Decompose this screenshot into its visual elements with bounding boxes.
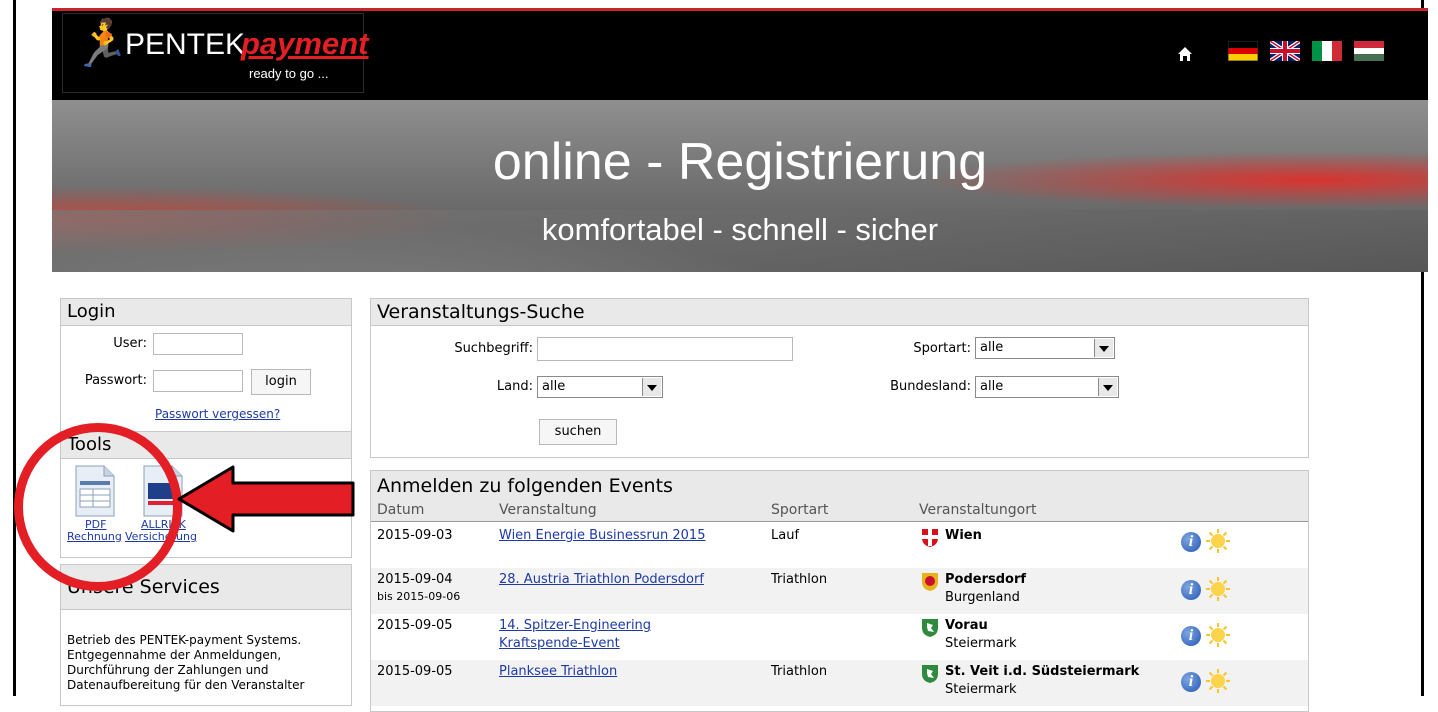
burgenland-crest-icon [922, 573, 938, 591]
logo-brand-2: payment [241, 26, 369, 61]
forgot-password-link[interactable]: Passwort vergessen? [155, 407, 280, 421]
info-icon[interactable]: i [1181, 672, 1201, 692]
event-date: 2015-09-05 [377, 618, 453, 633]
services-text-3: Durchführung der Zahlungen und [67, 663, 269, 677]
event-place: Podersdorf [945, 572, 1027, 587]
services-text-2: Entgegennahme der Anmeldungen, [67, 648, 282, 662]
event-date: 2015-09-04 [377, 572, 453, 587]
logo-tagline: ready to go ... [249, 66, 329, 81]
frame-border-left [13, 0, 16, 696]
flag-it-icon[interactable] [1312, 41, 1342, 61]
search-panel: Veranstaltungs-Suche Suchbegriff: Sporta… [370, 298, 1309, 458]
sun-weather-icon [1206, 623, 1230, 647]
user-label: User: [113, 336, 147, 351]
event-place: Wien [945, 528, 982, 543]
banner-subtitle: komfortabel - schnell - sicher [541, 212, 939, 247]
event-region: Steiermark [945, 682, 1017, 697]
event-sport: Lauf [771, 528, 800, 543]
table-row: 2015-09-05 Planksee Triathlon Triathlon … [371, 660, 1308, 706]
password-input[interactable] [153, 370, 243, 392]
login-button[interactable]: login [251, 369, 311, 395]
vienna-crest-icon [922, 529, 938, 547]
site-logo[interactable]: 🏃 PENTEK payment ready to go ... [62, 13, 368, 93]
event-link[interactable]: 14. Spitzer-Engineering [499, 618, 651, 633]
state-select[interactable]: alle [975, 376, 1119, 398]
info-icon[interactable]: i [1181, 580, 1201, 600]
event-date: 2015-09-03 [377, 528, 453, 543]
table-row: 2015-09-04 bis 2015-09-06 28. Austria Tr… [371, 568, 1308, 614]
event-link-line-2[interactable]: Kraftspende-Event [499, 636, 620, 651]
state-label: Bundesland: [890, 379, 971, 394]
chevron-down-icon [642, 378, 661, 396]
event-link[interactable]: 28. Austria Triathlon Podersdorf [499, 572, 704, 587]
styria-crest-icon [922, 619, 938, 637]
search-term-label: Suchbegriff: [454, 341, 533, 356]
column-header-date: Datum [377, 502, 425, 518]
sun-weather-icon [1206, 529, 1230, 553]
table-row: 2015-09-03 Wien Energie Businessrun 2015… [371, 522, 1308, 568]
sun-weather-icon [1206, 577, 1230, 601]
event-link[interactable]: Planksee Triathlon [499, 664, 617, 679]
search-heading: Veranstaltungs-Suche [371, 299, 1308, 326]
search-term-input[interactable] [537, 337, 793, 361]
event-date: 2015-09-05 [377, 664, 453, 679]
banner-title: online - Registrierung [492, 133, 988, 191]
search-button[interactable]: suchen [539, 419, 617, 445]
chevron-down-icon [1094, 339, 1113, 357]
column-header-event: Veranstaltung [499, 502, 597, 518]
sport-label: Sportart: [913, 341, 971, 356]
sport-select-value: alle [980, 340, 1004, 355]
annotation-circle [14, 423, 182, 591]
event-place: Vorau [945, 618, 988, 633]
column-header-sport: Sportart [771, 502, 829, 518]
event-link[interactable]: Wien Energie Businessrun 2015 [499, 528, 705, 543]
page: 🏃 PENTEK payment ready to go ... online … [52, 0, 1428, 712]
country-select[interactable]: alle [537, 376, 663, 398]
login-heading: Login [61, 299, 351, 326]
state-select-value: alle [980, 379, 1004, 394]
annotation-arrow-icon [177, 465, 355, 533]
event-place: St. Veit i.d. Südsteiermark [945, 664, 1140, 679]
password-label: Passwort: [84, 373, 147, 388]
country-select-value: alle [542, 379, 566, 394]
info-icon[interactable]: i [1181, 626, 1201, 646]
events-header: Anmelden zu folgenden Events Datum Veran… [371, 471, 1308, 522]
services-text-1: Betrieb des PENTEK-payment Systems. [67, 633, 302, 647]
services-text-4: Datenaufbereitung für den Veranstalter [67, 678, 305, 692]
event-sport: Triathlon [771, 664, 828, 679]
event-region: Steiermark [945, 636, 1017, 651]
flag-de-icon[interactable] [1228, 41, 1258, 61]
table-row: 2015-09-05 14. Spitzer-Engineering Kraft… [371, 614, 1308, 660]
info-icon[interactable]: i [1181, 532, 1201, 552]
chevron-down-icon [1098, 378, 1117, 396]
event-sport: Triathlon [771, 572, 828, 587]
home-icon[interactable] [1177, 46, 1193, 62]
hero-banner: online - Registrierung komfortabel - sch… [52, 100, 1428, 272]
events-panel: Anmelden zu folgenden Events Datum Veran… [370, 470, 1309, 712]
event-region: Burgenland [945, 590, 1020, 605]
styria-crest-icon [922, 665, 938, 683]
site-header: 🏃 PENTEK payment ready to go ... [52, 11, 1428, 100]
event-date-to: bis 2015-09-06 [377, 590, 461, 603]
events-heading: Anmelden zu folgenden Events [377, 475, 673, 497]
country-label: Land: [496, 379, 533, 394]
flag-uk-icon[interactable] [1270, 41, 1300, 61]
flag-hu-icon[interactable] [1354, 41, 1384, 61]
column-header-location: Veranstaltungort [919, 502, 1037, 518]
sun-weather-icon [1206, 669, 1230, 693]
sport-select[interactable]: alle [975, 337, 1115, 359]
logo-brand-1: PENTEK [125, 28, 246, 61]
user-input[interactable] [153, 333, 243, 355]
